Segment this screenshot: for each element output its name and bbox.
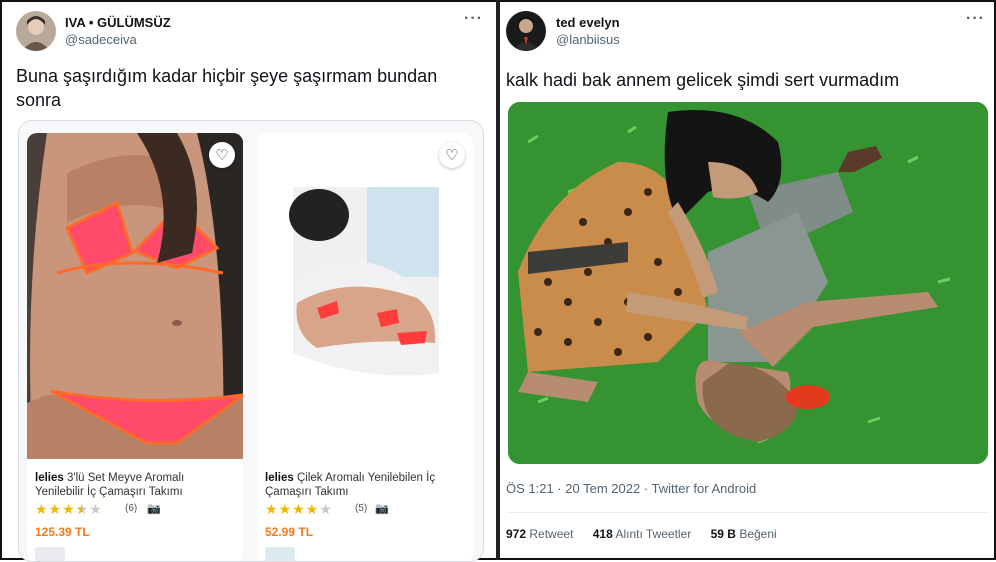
product-card[interactable]: ♡ lelies Çilek Aromalı Yenilebilen İç Ça… — [257, 133, 473, 561]
quotes-stat[interactable]: 418 Alıntı Tweetler — [593, 527, 692, 541]
quotes-label: Alıntı Tweetler — [615, 527, 692, 541]
display-name[interactable]: IVA • GÜLÜMSÜZ — [65, 15, 171, 30]
tweet-text: kalk hadi bak annem gelicek şimdi sert v… — [506, 70, 900, 90]
likes-label: Beğeni — [739, 527, 777, 541]
heart-icon[interactable]: ♡ — [439, 142, 465, 168]
heart-icon[interactable]: ♡ — [209, 142, 235, 168]
tweet-image[interactable] — [508, 102, 988, 464]
more-dots-icon[interactable]: ··· — [966, 10, 985, 28]
rating-stars: ★★★★★★ — [35, 501, 103, 517]
likes-stat[interactable]: 59 B Beğeni — [711, 527, 777, 541]
product-brand: lelies — [265, 472, 294, 484]
review-count: (5) — [355, 503, 368, 514]
retweets-label: Retweet — [529, 527, 574, 541]
product-card[interactable]: ♡ lelies 3'lü Set Meyve Aromalı Yenilebi… — [27, 133, 243, 561]
camera-icon: 📷 — [375, 503, 389, 515]
display-name[interactable]: ted evelyn — [556, 15, 620, 30]
rating-stars: ★★★★★ — [265, 501, 333, 517]
product-image — [257, 133, 473, 459]
retweets-count: 972 — [506, 527, 527, 541]
retweets-stat[interactable]: 972 Retweet — [506, 527, 573, 541]
more-dots-icon[interactable]: ··· — [464, 10, 483, 28]
review-count: (6) — [125, 503, 138, 514]
product-brand: lelies — [35, 472, 64, 484]
tweet-right: ted evelyn @lanbiisus ··· kalk hadi bak … — [500, 0, 994, 560]
user-handle[interactable]: @lanbiisus — [556, 32, 620, 47]
user-handle[interactable]: @sadeceiva — [65, 32, 137, 47]
tweet-text: Buna şaşırdığım kadar hiçbir şeye şaşırm… — [16, 66, 438, 110]
product-title[interactable]: lelies 3'lü Set Meyve Aromalı Yenilebili… — [35, 471, 235, 499]
tweet-left: IVA • GÜLÜMSÜZ @sadeceiva ··· Buna şaşır… — [2, 0, 496, 562]
camera-icon: 📷 — [147, 503, 161, 515]
product-price: 125.39 TL — [35, 525, 90, 539]
quotes-count: 418 — [592, 527, 613, 541]
avatar[interactable] — [506, 11, 546, 51]
tweet-stats: 972 Retweet 418 Alıntı Tweetler 59 B Beğ… — [506, 527, 777, 541]
product-title[interactable]: lelies Çilek Aromalı Yenilebilen İç Çama… — [265, 471, 465, 499]
product-price: 52.99 TL — [265, 525, 314, 539]
tweet-timestamp[interactable]: ÖS 1:21 · 20 Tem 2022 · Twitter for Andr… — [506, 481, 756, 496]
likes-count: 59 B — [710, 527, 736, 541]
product-cards-image[interactable]: ♡ lelies 3'lü Set Meyve Aromalı Yenilebi… — [18, 120, 484, 562]
avatar[interactable] — [16, 11, 56, 51]
product-image — [27, 133, 243, 459]
divider — [506, 512, 990, 513]
